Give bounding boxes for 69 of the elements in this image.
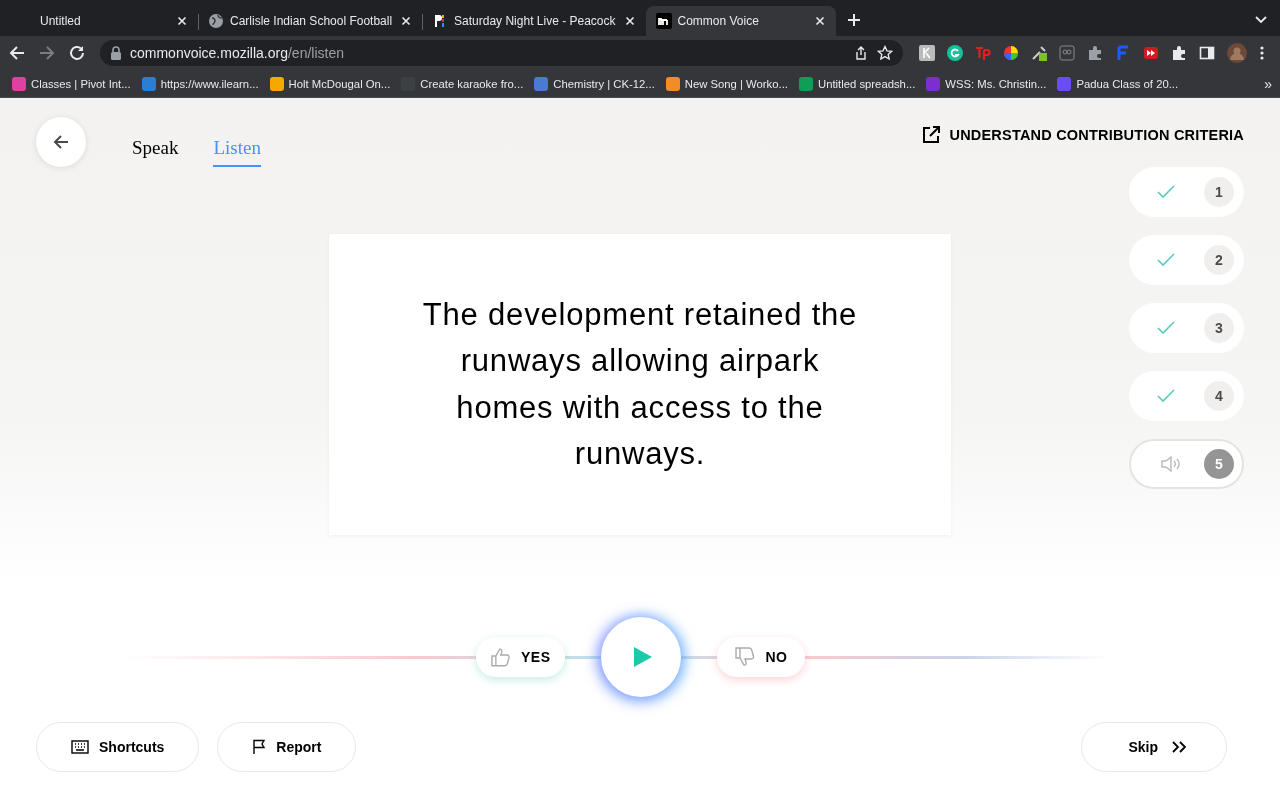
play-icon <box>632 646 653 668</box>
reload-icon[interactable] <box>68 44 86 62</box>
back-arrow-icon <box>52 133 70 151</box>
no-button[interactable]: NO <box>716 637 805 677</box>
check-icon <box>1157 321 1175 335</box>
clip-indicator[interactable]: 2 <box>1129 235 1244 285</box>
skip-button[interactable]: Skip <box>1081 722 1227 772</box>
bookmark-link[interactable]: https://www.ilearn... <box>141 76 259 91</box>
clip-indicator[interactable]: 1 <box>1129 167 1244 217</box>
new-tab-icon[interactable] <box>845 12 862 28</box>
puzzle-icon[interactable] <box>1171 45 1187 61</box>
external-link-icon[interactable] <box>921 125 942 145</box>
tab-title: Untitled <box>40 14 82 28</box>
bookmark-link[interactable]: Padua Class of 20... <box>1057 76 1179 91</box>
double-chevron-right-icon <box>1172 741 1186 753</box>
clip-number: 4 <box>1204 381 1234 411</box>
back-arrow-icon[interactable] <box>8 44 26 62</box>
clip-indicator[interactable]: 4 <box>1129 371 1244 421</box>
bookmark-link[interactable]: Create karaoke fro... <box>401 76 524 91</box>
more-bookmarks-button[interactable]: » <box>1264 75 1272 92</box>
clip-number: 3 <box>1204 313 1234 343</box>
site-logo-icon <box>655 13 672 29</box>
criteria-link[interactable]: UNDERSTAND CONTRIBUTION CRITERIA <box>949 127 1244 143</box>
check-icon <box>1157 389 1175 403</box>
speaker-icon <box>1161 456 1183 472</box>
forward-arrow-icon[interactable] <box>38 44 56 62</box>
thumbs-up-icon <box>489 646 511 668</box>
tab-title: Common Voice <box>677 14 760 28</box>
more-menu-icon[interactable] <box>1259 45 1265 61</box>
bookmark-link[interactable]: Classes | Pivot Int... <box>12 76 131 91</box>
bookmark-link[interactable]: WSS: Ms. Christin... <box>926 76 1047 91</box>
color-wheel-icon[interactable] <box>1003 45 1019 61</box>
share-icon[interactable] <box>853 45 869 61</box>
clip-number: 1 <box>1204 177 1234 207</box>
bookmark-star-icon[interactable] <box>877 45 893 61</box>
bookmark-link[interactable]: Chemistry | CK-12... <box>534 76 655 91</box>
nav-tab[interactable]: Speak <box>132 127 179 167</box>
lock-icon <box>110 46 122 60</box>
yes-button[interactable]: YES <box>475 637 565 677</box>
puzzle-icon[interactable] <box>1087 45 1103 61</box>
clip-indicator[interactable]: 3 <box>1129 303 1244 353</box>
check-icon <box>1157 185 1175 199</box>
sentence-text: The development retained the runways allowing airpark homes with access to the runways. <box>421 295 859 473</box>
report-button[interactable]: Report <box>217 722 357 772</box>
url-text: commonvoice.mozilla.org/en/listen <box>130 45 344 61</box>
tab-title: Carlisle Indian School Football <box>230 14 393 28</box>
tab-title: Saturday Night Live - Peacock <box>454 14 616 28</box>
browser-tab[interactable]: Carlisle Indian School Football <box>198 6 423 36</box>
side-panel-icon[interactable] <box>1199 45 1215 61</box>
thumbs-down-icon <box>733 646 756 668</box>
globe-icon <box>208 13 224 29</box>
bookmark-link[interactable]: New Song | Worko... <box>665 76 788 91</box>
browser-tab[interactable]: Common Voice <box>645 6 836 36</box>
browser-tab[interactable]: Saturday Night Live - Peacock <box>422 6 646 36</box>
bookmark-link[interactable]: Holt McDougal On... <box>269 76 391 91</box>
shortcuts-button[interactable]: Shortcuts <box>36 722 200 772</box>
keyboard-icon <box>71 740 89 754</box>
flag-icon <box>252 739 267 755</box>
eyedropper-icon[interactable] <box>1031 45 1047 61</box>
browser-tab[interactable]: Untitled <box>8 6 198 36</box>
clip-number: 2 <box>1204 245 1234 275</box>
back-button[interactable] <box>36 117 86 167</box>
clip-number: 5 <box>1204 449 1234 479</box>
check-icon <box>1157 253 1175 267</box>
extension-icon[interactable] <box>947 45 963 61</box>
address-bar[interactable]: commonvoice.mozilla.org/en/listen <box>100 40 903 66</box>
extension-icon[interactable] <box>1143 45 1159 61</box>
profile-avatar[interactable] <box>1227 43 1247 63</box>
bookmark-link[interactable]: Untitled spreadsh... <box>798 76 916 91</box>
